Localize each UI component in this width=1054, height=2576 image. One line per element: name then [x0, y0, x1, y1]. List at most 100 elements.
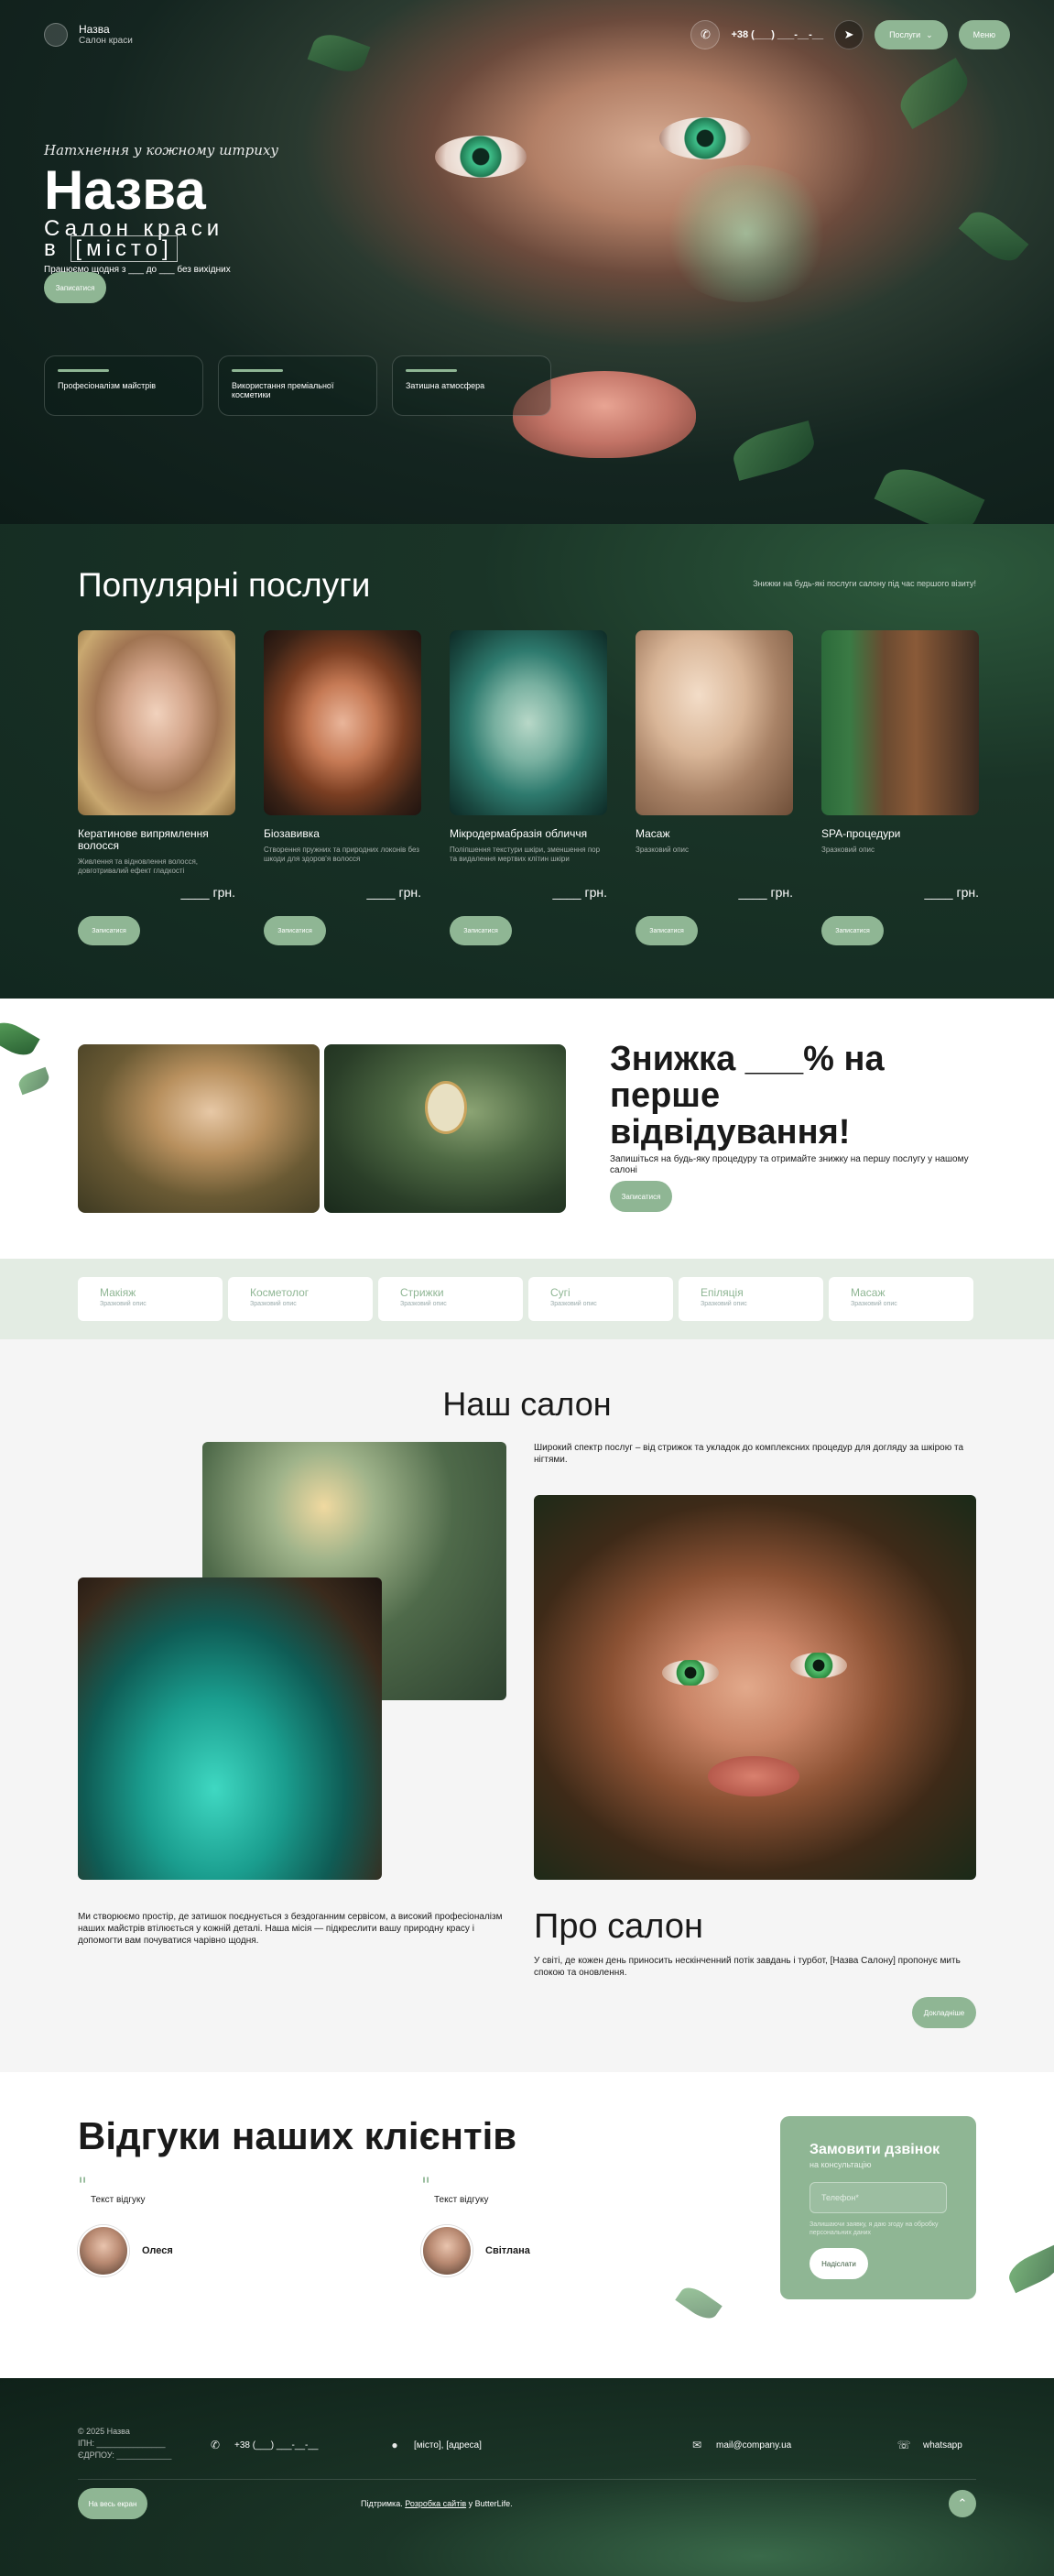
- hero-book-button[interactable]: Записатися: [44, 272, 106, 303]
- service-desc: Поліпшення текстури шкіри, зменшення пор…: [450, 846, 601, 863]
- service-book-button[interactable]: Записатися: [450, 916, 512, 945]
- logo: [44, 23, 68, 47]
- feature-card: Затишна атмосфера: [392, 355, 551, 416]
- brand[interactable]: Назва Салон краси: [44, 23, 133, 47]
- hero-city: [місто]: [71, 235, 178, 262]
- service-card[interactable]: Біозавивка Створення пружних та природни…: [264, 630, 421, 951]
- brand-subtitle: Салон краси: [79, 36, 133, 46]
- popular-services-section: Популярні послуги Знижки на будь-які пос…: [0, 524, 1054, 999]
- quote-icon: ": [78, 2175, 88, 2198]
- service-image: [450, 630, 607, 815]
- footer-copyright: © 2025 Назва: [78, 2427, 130, 2436]
- footer-whatsapp[interactable]: ☏ whatsapp: [894, 2435, 962, 2455]
- category-chip[interactable]: Косметолог Зразковий опис: [228, 1277, 373, 1321]
- callback-subtitle: на консультацію: [810, 2160, 872, 2169]
- service-card[interactable]: SPA-процедури Зразковий опис ____ грн. З…: [821, 630, 979, 951]
- our-salon-section: Наш салон Широкий спектр послуг – від ст…: [0, 1339, 1054, 2072]
- category-chip[interactable]: Епіляція Зразковий опис: [679, 1277, 823, 1321]
- feature-label: Використання преміальної косметики: [232, 381, 334, 399]
- services-menu-button[interactable]: Послуги ⌄: [875, 20, 948, 49]
- footer-edrpou: ЄДРПОУ: ____________: [78, 2450, 172, 2460]
- services-note: Знижки на будь-які послуги салону під ча…: [753, 579, 976, 588]
- review-text: Текст відгуку: [91, 2195, 146, 2205]
- category-chip[interactable]: Сугі Зразковий опис: [528, 1277, 673, 1321]
- feature-bar: [232, 369, 283, 372]
- service-image: [821, 630, 979, 815]
- review-author: Олеся: [142, 2245, 173, 2256]
- service-book-button[interactable]: Записатися: [264, 916, 326, 945]
- mirror-decoration: [425, 1081, 467, 1134]
- service-book-button[interactable]: Записатися: [78, 916, 140, 945]
- footer-divider: [78, 2479, 976, 2480]
- footer-phone[interactable]: ✆ +38 (___) ___-__-__: [205, 2435, 319, 2455]
- promo-book-button[interactable]: Записатися: [610, 1181, 672, 1212]
- more-button[interactable]: Докладніше: [912, 1997, 976, 2028]
- category-name: Епіляція: [701, 1286, 744, 1299]
- category-desc: Зразковий опис: [851, 1301, 897, 1307]
- footer-email[interactable]: ✉ mail@company.ua: [687, 2435, 791, 2455]
- category-chip[interactable]: Макіяж Зразковий опис: [78, 1277, 223, 1321]
- service-price: ____ грн.: [366, 885, 421, 900]
- footer-address-text: [місто], [адреса]: [414, 2440, 482, 2450]
- category-name: Макіяж: [100, 1286, 136, 1299]
- salon-top-text: Широкий спектр послуг – від стрижок та у…: [534, 1443, 964, 1465]
- feature-label: Затишна атмосфера: [406, 381, 485, 390]
- mail-icon: ✉: [691, 2439, 702, 2451]
- portrait-eye-left: [662, 1660, 719, 1686]
- callback-form: Замовити дзвінок на консультацію Залишаю…: [780, 2116, 976, 2299]
- hero-title: Назва: [44, 159, 206, 221]
- service-card[interactable]: Масаж Зразковий опис ____ грн. Записатис…: [636, 630, 793, 951]
- hero-tagline: Натхнення у кожному штриху: [44, 142, 279, 158]
- review-author: Світлана: [485, 2245, 530, 2256]
- scroll-top-button[interactable]: ⌃: [949, 2490, 976, 2517]
- salon-title: Наш салон: [442, 1385, 612, 1423]
- telegram-icon[interactable]: ➤: [834, 20, 864, 49]
- service-card[interactable]: Мікродермабразія обличчя Поліпшення текс…: [450, 630, 607, 951]
- service-book-button[interactable]: Записатися: [636, 916, 698, 945]
- review-text: Текст відгуку: [434, 2195, 489, 2205]
- salon-mission-text: Ми створюємо простір, де затишок поєднує…: [78, 1912, 503, 1946]
- service-image: [264, 630, 421, 815]
- leaf-decoration: [1004, 2244, 1054, 2294]
- services-menu-label: Послуги: [889, 30, 921, 39]
- leaf-decoration: [728, 420, 820, 481]
- fullscreen-button[interactable]: На весь екран: [78, 2488, 147, 2519]
- support-suffix: у ButterLife.: [466, 2499, 513, 2508]
- leaf-decoration: [675, 2281, 723, 2325]
- about-title: Про салон: [534, 1907, 703, 1946]
- service-name: Мікродермабразія обличчя: [450, 827, 588, 840]
- hero-sparkle-decoration: [659, 165, 833, 302]
- category-name: Сугі: [550, 1286, 570, 1299]
- support-link[interactable]: Розробка сайтів: [405, 2499, 466, 2508]
- menu-button[interactable]: Меню: [958, 20, 1010, 49]
- service-desc: Зразковий опис: [821, 846, 875, 854]
- service-name: Масаж: [636, 827, 670, 840]
- callback-title: Замовити дзвінок: [810, 2142, 940, 2157]
- feature-label: Професіоналізм майстрів: [58, 381, 157, 390]
- chevron-up-icon: ⌃: [957, 2496, 968, 2510]
- promo-title: Знижка ___% на перше відвідування!: [610, 1040, 885, 1152]
- leaf-decoration: [0, 1016, 40, 1062]
- service-name: Кератинове випрямлення волосся: [78, 827, 209, 852]
- salon-image-portrait: [534, 1495, 976, 1880]
- callback-phone-input[interactable]: [810, 2182, 947, 2213]
- service-name: Біозавивка: [264, 827, 320, 840]
- category-desc: Зразковий опис: [400, 1301, 447, 1307]
- callback-submit-button[interactable]: Надіслати: [810, 2248, 868, 2279]
- footer: © 2025 Назва ІПН: _______________ ЄДРПОУ…: [0, 2378, 1054, 2576]
- promo-image-woman: [78, 1044, 320, 1213]
- service-book-button[interactable]: Записатися: [821, 916, 884, 945]
- service-desc: Створення пружних та природних локонів б…: [264, 846, 419, 863]
- services-title: Популярні послуги: [78, 566, 371, 604]
- leaf-decoration: [958, 202, 1029, 270]
- service-card[interactable]: Кератинове випрямлення волосся Живлення …: [78, 630, 235, 951]
- category-chip[interactable]: Стрижки Зразковий опис: [378, 1277, 523, 1321]
- phone-icon[interactable]: ✆: [690, 20, 721, 49]
- footer-address[interactable]: ● [місто], [адреса]: [385, 2435, 482, 2455]
- category-desc: Зразковий опис: [550, 1301, 597, 1307]
- header-phone[interactable]: +38 (___) ___-__-__: [731, 29, 823, 40]
- service-image: [636, 630, 793, 815]
- about-text: У світі, де кожен день приносить нескінч…: [534, 1956, 961, 1978]
- category-desc: Зразковий опис: [701, 1301, 747, 1307]
- category-chip[interactable]: Масаж Зразковий опис: [829, 1277, 973, 1321]
